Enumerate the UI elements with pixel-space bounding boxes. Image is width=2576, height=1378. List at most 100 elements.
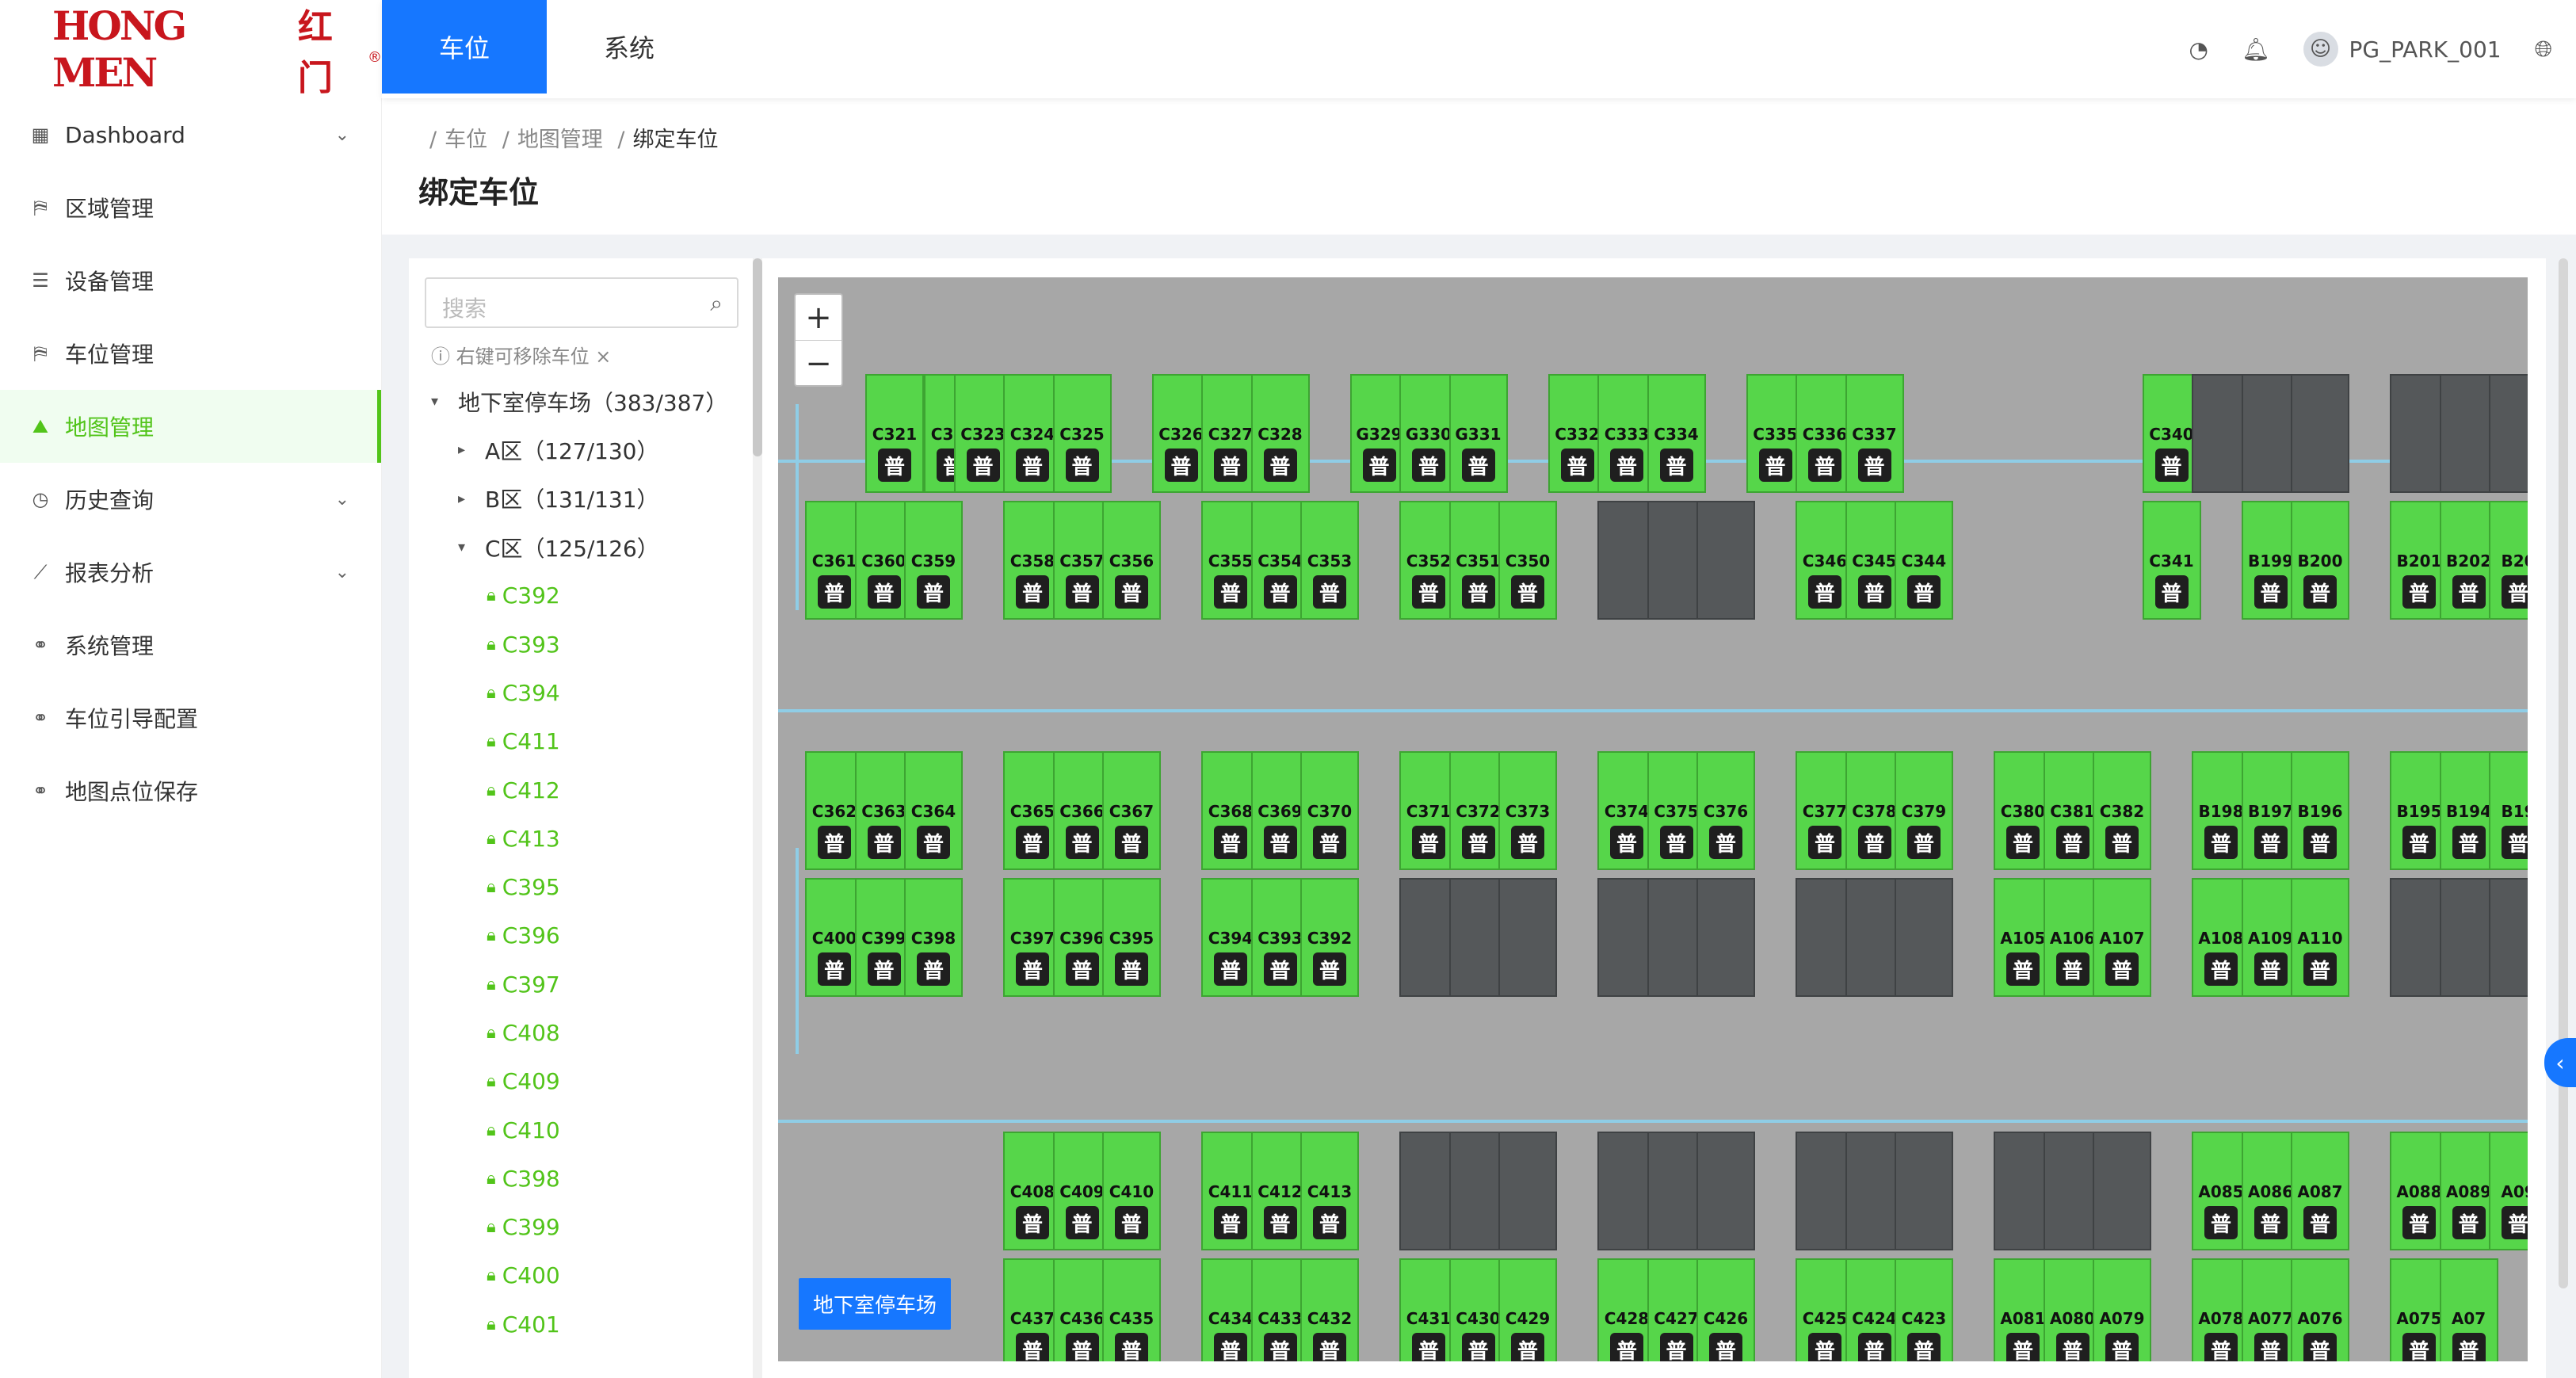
caret-icon[interactable]: ▸ (458, 441, 485, 458)
parking-spot[interactable] (1895, 1132, 1953, 1250)
tree-scrollbar[interactable] (753, 258, 762, 1378)
tree-node[interactable]: 🔒︎ C395 (431, 863, 727, 911)
parking-spot[interactable]: B196 普 (2291, 751, 2349, 870)
parking-spot[interactable] (2093, 1132, 2151, 1250)
parking-spot[interactable]: C379 普 (1895, 751, 1953, 870)
pie-chart-icon[interactable]: ◔ (2189, 36, 2208, 63)
tree-node[interactable]: 🔒︎ C401 (431, 1300, 727, 1349)
parking-spot[interactable]: C364 普 (904, 751, 963, 870)
bell-icon[interactable]: 🔔︎ (2242, 36, 2270, 63)
globe-icon[interactable]: 🌐︎ (2535, 36, 2552, 63)
parking-spot[interactable] (1696, 1132, 1755, 1250)
parking-spot[interactable]: C337 普 (1845, 374, 1904, 493)
sidebar-item[interactable]: ⛿ 区域管理 (0, 171, 381, 244)
tree-node[interactable]: ▾ 地下室停车场（383/387） (431, 377, 727, 426)
parking-spot[interactable]: C344 普 (1895, 501, 1953, 620)
tree-node[interactable]: 🔒︎ C392 (431, 571, 727, 620)
sidebar-item[interactable]: ▦ Dashboard ⌄ (0, 98, 381, 171)
sidebar-item[interactable]: ⟋ 报表分析 ⌄ (0, 536, 381, 609)
tree-node[interactable]: 🔒︎ C410 (431, 1105, 727, 1154)
caret-icon[interactable]: ▸ (458, 491, 485, 507)
parking-spot[interactable]: C395 普 (1102, 878, 1161, 997)
tree-node[interactable]: 🔒︎ C409 (431, 1057, 727, 1105)
parking-spot[interactable]: C435 普 (1102, 1258, 1161, 1361)
search-input[interactable]: 搜索 ⌕ (425, 277, 738, 328)
tree-node[interactable]: ▸ B区（131/131） (431, 475, 727, 523)
tree-node[interactable]: 🔒︎ C412 (431, 765, 727, 814)
sidebar-item[interactable]: ⛿ 车位管理 (0, 317, 381, 390)
parking-spot[interactable]: G331 普 (1448, 374, 1508, 493)
zoom-in-button[interactable]: + (796, 295, 841, 341)
tree-node[interactable]: ▾ C区（125/126） (431, 523, 727, 571)
sidebar-item[interactable]: ◷ 历史查询 ⌄ (0, 463, 381, 536)
tree-node[interactable]: 🔒︎ C396 (431, 911, 727, 960)
parking-spot[interactable]: C373 普 (1498, 751, 1557, 870)
parking-spot[interactable]: B19 普 (2489, 751, 2528, 870)
page-scrollbar[interactable] (2559, 258, 2568, 1288)
parking-spot[interactable]: C410 普 (1102, 1132, 1161, 1250)
zoom-out-button[interactable]: − (796, 341, 841, 387)
parking-spot[interactable]: C370 普 (1300, 751, 1359, 870)
parking-spot[interactable]: A09 普 (2489, 1132, 2528, 1250)
tree-node[interactable]: 🔒︎ C408 (431, 1009, 727, 1057)
collapse-handle-icon[interactable]: ‹ (2544, 1038, 2576, 1087)
sidebar-item[interactable]: ⛰ 地图管理 (0, 390, 381, 463)
parking-spot[interactable]: C356 普 (1102, 501, 1161, 620)
parking-spot[interactable]: C426 普 (1696, 1258, 1755, 1361)
parking-spot[interactable]: A107 普 (2093, 878, 2151, 997)
tree-node[interactable]: 🔒︎ C411 (431, 717, 727, 765)
caret-icon[interactable]: ▾ (458, 539, 485, 555)
parking-spot[interactable]: C367 普 (1102, 751, 1161, 870)
tree-node[interactable]: 🔒︎ C400 (431, 1251, 727, 1300)
tree-node[interactable]: 🔒︎ C399 (431, 1203, 727, 1251)
parking-spot[interactable] (2489, 878, 2528, 997)
parking-spot[interactable] (1696, 501, 1755, 620)
caret-icon[interactable]: ▾ (431, 393, 458, 410)
parking-spot[interactable]: A07 普 (2439, 1258, 2498, 1361)
parking-spot[interactable]: C350 普 (1498, 501, 1557, 620)
parking-spot[interactable] (1895, 878, 1953, 997)
parking-spot[interactable]: A079 普 (2093, 1258, 2151, 1361)
parking-spot[interactable]: A087 普 (2291, 1132, 2349, 1250)
breadcrumb-item[interactable]: 地图管理 (517, 128, 603, 152)
tab-system[interactable]: 系统 (547, 0, 712, 94)
parking-spot[interactable]: A110 普 (2291, 878, 2349, 997)
search-icon[interactable]: ⌕ (710, 290, 723, 317)
parking-spot[interactable]: C392 普 (1300, 878, 1359, 997)
tree-node[interactable]: ▸ A区（127/130） (431, 426, 727, 474)
sidebar-item[interactable]: ⚭ 系统管理 (0, 609, 381, 681)
parking-spot[interactable]: C328 普 (1250, 374, 1310, 493)
parking-spot[interactable]: C413 普 (1300, 1132, 1359, 1250)
parking-spot[interactable]: C382 普 (2093, 751, 2151, 870)
tab-parking[interactable]: 车位 (382, 0, 547, 94)
floor-label[interactable]: 地下室停车场 (799, 1278, 952, 1330)
sidebar-item[interactable]: ⚭ 车位引导配置 (0, 681, 381, 754)
parking-spot[interactable]: C341 普 (2142, 501, 2201, 620)
parking-spot[interactable]: C423 普 (1895, 1258, 1953, 1361)
user-menu[interactable]: ☺ PG_PARK_001 (2303, 32, 2502, 67)
tree-node[interactable]: 🔒︎ C394 (431, 669, 727, 717)
parking-spot[interactable] (1498, 1132, 1557, 1250)
parking-spot[interactable] (2489, 374, 2528, 493)
parking-spot[interactable]: C334 普 (1647, 374, 1706, 493)
sidebar-item[interactable]: ⚭ 地图点位保存 (0, 754, 381, 827)
parking-map[interactable]: + − 地下室停车场 C321普C322普C323普C324普C325普C326… (778, 277, 2528, 1361)
parking-spot[interactable] (1696, 878, 1755, 997)
parking-spot[interactable]: C353 普 (1300, 501, 1359, 620)
parking-spot[interactable]: C398 普 (904, 878, 963, 997)
parking-spot[interactable] (2291, 374, 2349, 493)
parking-spot[interactable]: C359 普 (904, 501, 963, 620)
sidebar-item[interactable]: ☰ 设备管理 (0, 244, 381, 317)
parking-spot[interactable] (1498, 878, 1557, 997)
tree-node[interactable]: 🔒︎ C397 (431, 960, 727, 1009)
parking-spot[interactable]: C429 普 (1498, 1258, 1557, 1361)
parking-spot[interactable]: B20 普 (2489, 501, 2528, 620)
breadcrumb-item[interactable]: 车位 (445, 128, 487, 152)
tree-node[interactable]: 🔒︎ C413 (431, 815, 727, 863)
parking-spot[interactable]: B200 普 (2291, 501, 2349, 620)
parking-spot[interactable]: C325 普 (1052, 374, 1112, 493)
parking-spot[interactable]: C432 普 (1300, 1258, 1359, 1361)
tree-node[interactable]: 🔒︎ C398 (431, 1155, 727, 1203)
parking-spot[interactable]: A076 普 (2291, 1258, 2349, 1361)
parking-spot[interactable]: C376 普 (1696, 751, 1755, 870)
